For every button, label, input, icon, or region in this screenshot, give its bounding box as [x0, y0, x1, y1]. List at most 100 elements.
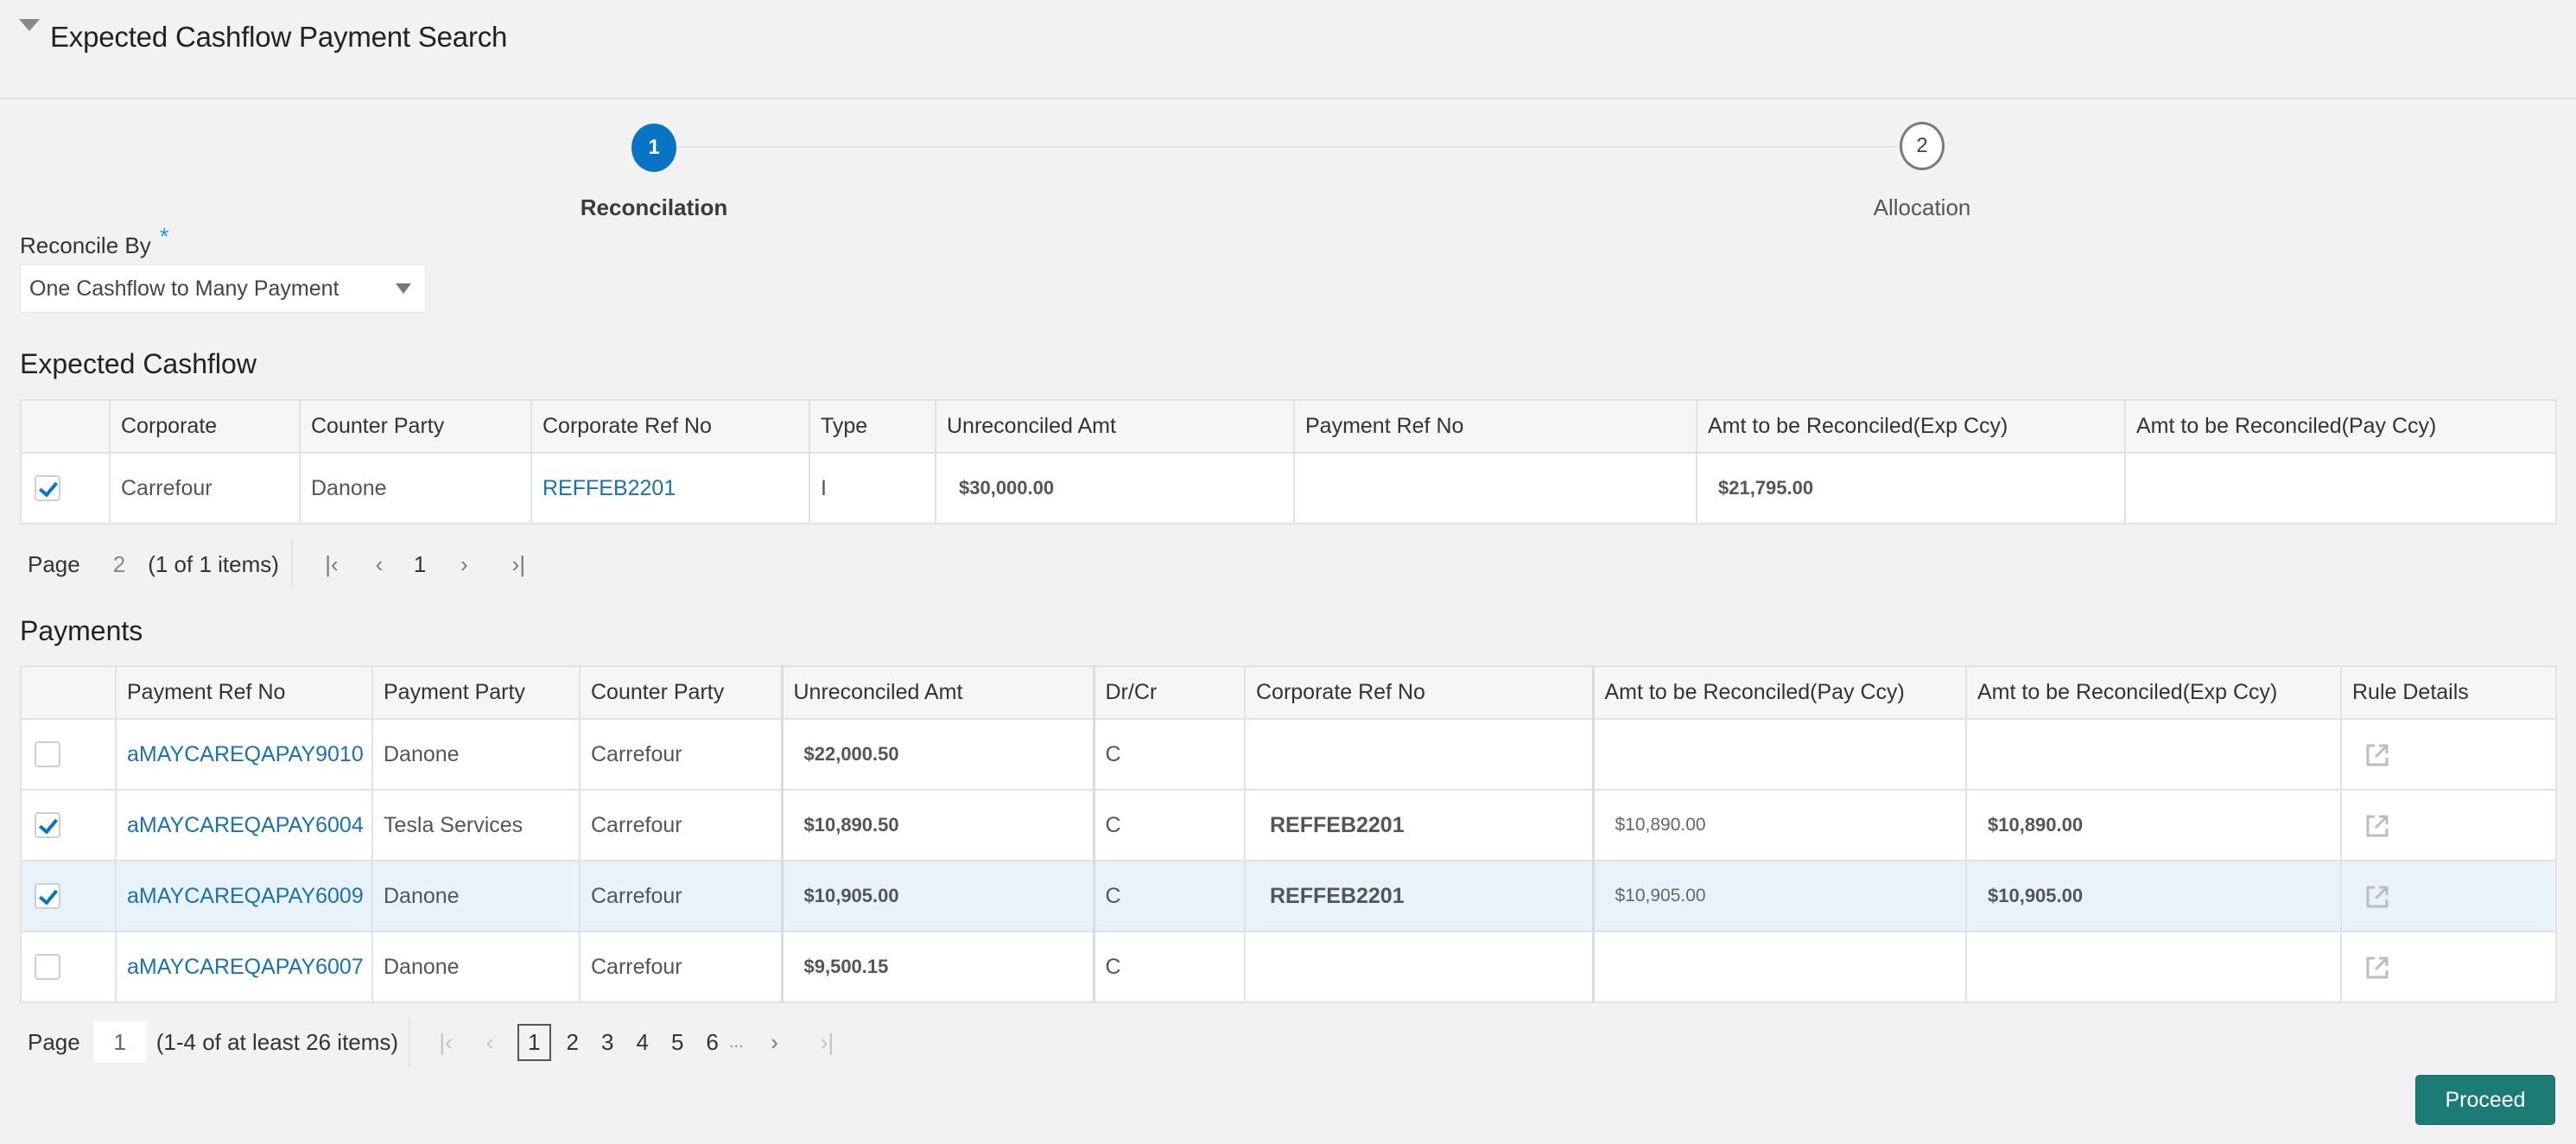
- amt-pay-ccy-cell[interactable]: $10,890.00: [1591, 789, 1967, 861]
- page-number-4[interactable]: 4: [636, 1029, 648, 1056]
- first-page-icon[interactable]: |‹: [319, 551, 345, 578]
- column-header-corporate-ref-no[interactable]: Corporate Ref No: [1244, 665, 1594, 720]
- amt-pay-ccy-cell[interactable]: $10,905.00: [1591, 860, 1967, 932]
- row-checkbox[interactable]: [35, 741, 60, 768]
- last-page-icon[interactable]: ›|: [505, 551, 531, 578]
- row-checkbox[interactable]: [35, 954, 60, 981]
- table-row[interactable]: aMAYCAREQAPAY9010 Danone Carrefour $22,0…: [20, 718, 2557, 791]
- table-row[interactable]: Carrefour Danone REFFEB2201 I $30,000.00…: [20, 452, 2557, 524]
- step-2-indicator[interactable]: 2: [1900, 122, 1945, 170]
- amt-pay-ccy-cell[interactable]: [2124, 452, 2557, 524]
- table-row[interactable]: aMAYCAREQAPAY6009 Danone Carrefour $10,9…: [20, 860, 2557, 932]
- column-header-type[interactable]: Type: [809, 399, 936, 454]
- payment-ref-link[interactable]: aMAYCAREQAPAY6007: [115, 931, 373, 1003]
- payment-ref-link[interactable]: aMAYCAREQAPAY6009: [115, 860, 373, 932]
- column-header-amt-exp-ccy[interactable]: Amt to be Reconciled(Exp Ccy): [1965, 665, 2342, 720]
- select-cell: [20, 789, 117, 861]
- step-1-label: Reconcilation: [580, 194, 728, 220]
- payment-party-cell: Tesla Services: [371, 789, 581, 861]
- select-cell: [20, 931, 117, 1003]
- column-header-select: [20, 665, 117, 720]
- first-page-icon[interactable]: |‹: [433, 1029, 459, 1056]
- step-2-label: Allocation: [1873, 194, 1971, 220]
- page-summary: (1-4 of at least 26 items): [155, 1028, 399, 1055]
- row-checkbox[interactable]: [35, 812, 60, 839]
- payment-ref-link[interactable]: aMAYCAREQAPAY6004: [115, 789, 373, 861]
- step-1-indicator[interactable]: 1: [631, 124, 676, 172]
- proceed-button[interactable]: Proceed: [2415, 1075, 2555, 1125]
- column-header-counter-party[interactable]: Counter Party: [299, 399, 532, 454]
- corporate-ref-no-cell: [1244, 718, 1594, 791]
- column-header-payment-party[interactable]: Payment Party: [371, 665, 581, 720]
- page-value[interactable]: 2: [113, 551, 125, 578]
- rule-details-cell: [2340, 789, 2557, 861]
- expected-cashflow-table: Corporate Counter Party Corporate Ref No…: [20, 399, 2557, 524]
- column-header-dr-cr[interactable]: Dr/Cr: [1092, 665, 1246, 720]
- column-header-payment-ref-no[interactable]: Payment Ref No: [1293, 399, 1697, 454]
- column-header-amt-pay-ccy[interactable]: Amt to be Reconciled(Pay Ccy): [2124, 399, 2557, 454]
- column-header-corporate[interactable]: Corporate: [109, 399, 301, 454]
- dr-cr-cell: C: [1092, 789, 1246, 861]
- table-row[interactable]: aMAYCAREQAPAY6007 Danone Carrefour $9,50…: [20, 931, 2557, 1003]
- page-number-5[interactable]: 5: [671, 1029, 683, 1056]
- payment-party-cell: Danone: [371, 931, 581, 1003]
- unreconciled-amt-cell: $30,000.00: [935, 452, 1295, 524]
- dr-cr-cell: C: [1092, 931, 1246, 1003]
- reconcile-by-select[interactable]: One Cashflow to Many Payment: [20, 264, 426, 313]
- page-number-2[interactable]: 2: [567, 1029, 579, 1056]
- external-link-icon[interactable]: [2365, 954, 2389, 980]
- amt-exp-ccy-cell[interactable]: $21,795.00: [1696, 452, 2126, 524]
- external-link-icon[interactable]: [2365, 812, 2389, 838]
- table-header-row: Payment Ref No Payment Party Counter Par…: [20, 665, 2557, 720]
- amt-exp-ccy-cell[interactable]: $10,905.00: [1965, 860, 2342, 932]
- select-cell: [20, 860, 117, 932]
- dr-cr-cell: C: [1092, 718, 1246, 791]
- table-row[interactable]: aMAYCAREQAPAY6004 Tesla Services Carrefo…: [20, 789, 2557, 861]
- payments-pagination: Page 1 (1-4 of at least 26 items) |‹ ‹ 1…: [28, 1018, 841, 1066]
- counter-party-cell: Carrefour: [579, 789, 783, 861]
- page-number-input[interactable]: 1: [92, 1020, 148, 1064]
- prev-page-icon[interactable]: ‹: [371, 551, 388, 578]
- reconcile-by-label: Reconcile By *: [20, 223, 169, 259]
- external-link-icon-svg: [2366, 815, 2389, 837]
- amt-pay-ccy-cell[interactable]: [1591, 718, 1967, 791]
- column-header-amt-exp-ccy[interactable]: Amt to be Reconciled(Exp Ccy): [1696, 399, 2126, 454]
- corporate-ref-no-cell: REFFEB2201: [1244, 789, 1594, 861]
- type-cell: I: [809, 452, 936, 524]
- external-link-icon[interactable]: [2365, 883, 2389, 909]
- payment-ref-link[interactable]: aMAYCAREQAPAY9010: [115, 718, 373, 791]
- next-page-icon[interactable]: ›: [455, 551, 473, 578]
- reconcile-by-label-text: Reconcile By: [20, 232, 151, 258]
- last-page-icon[interactable]: ›|: [815, 1029, 841, 1056]
- page-number-1[interactable]: 1: [517, 1023, 551, 1061]
- row-checkbox[interactable]: [35, 883, 60, 910]
- column-header-counter-party[interactable]: Counter Party: [579, 665, 783, 720]
- corporate-ref-no-cell: REFFEB2201: [1244, 860, 1594, 932]
- amt-exp-ccy-cell[interactable]: [1965, 931, 2342, 1003]
- collapse-triangle-icon[interactable]: [19, 19, 40, 31]
- column-header-payment-ref-no[interactable]: Payment Ref No: [115, 665, 373, 720]
- amt-exp-ccy-cell[interactable]: [1965, 718, 2342, 791]
- column-header-rule-details: Rule Details: [2340, 665, 2557, 720]
- column-header-unreconciled-amt[interactable]: Unreconciled Amt: [935, 399, 1295, 454]
- column-header-corporate-ref-no[interactable]: Corporate Ref No: [530, 399, 810, 454]
- column-header-amt-pay-ccy[interactable]: Amt to be Reconciled(Pay Ccy): [1591, 665, 1967, 720]
- page-number-6[interactable]: 6: [706, 1029, 718, 1056]
- amt-pay-ccy-cell[interactable]: [1591, 931, 1967, 1003]
- column-header-unreconciled-amt[interactable]: Unreconciled Amt: [780, 665, 1094, 720]
- table-header-row: Corporate Counter Party Corporate Ref No…: [20, 399, 2557, 454]
- prev-page-icon[interactable]: ‹: [481, 1029, 498, 1056]
- next-page-icon[interactable]: ›: [766, 1029, 784, 1056]
- corporate-ref-link[interactable]: REFFEB2201: [530, 452, 810, 524]
- rule-details-cell: [2340, 718, 2557, 791]
- payments-table: Payment Ref No Payment Party Counter Par…: [20, 665, 2557, 1003]
- external-link-icon[interactable]: [2365, 741, 2389, 767]
- row-checkbox[interactable]: [35, 475, 60, 502]
- page-number-1[interactable]: 1: [414, 551, 426, 578]
- rule-details-cell: [2340, 931, 2557, 1003]
- amt-exp-ccy-cell[interactable]: $10,890.00: [1965, 789, 2342, 861]
- page-number-3[interactable]: 3: [601, 1029, 613, 1056]
- pagination-ellipsis: ...: [728, 1032, 744, 1052]
- column-header-select: [20, 399, 111, 454]
- counter-party-cell: Carrefour: [579, 718, 783, 791]
